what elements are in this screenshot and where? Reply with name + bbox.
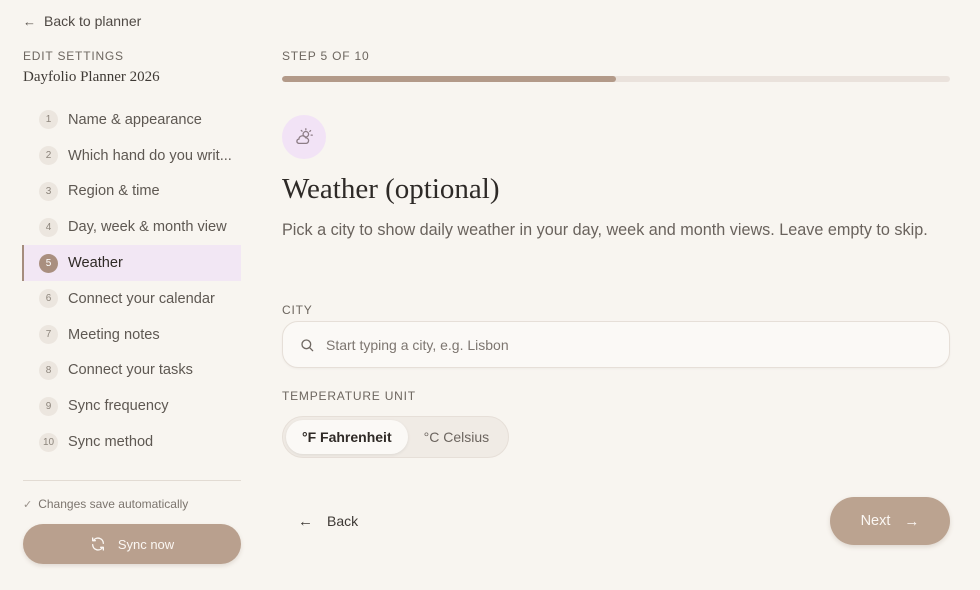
step-item-sync-method[interactable]: 10 Sync method xyxy=(22,424,241,460)
step-number-badge: 8 xyxy=(39,360,58,380)
sidebar-section-label: EDIT SETTINGS xyxy=(23,49,124,63)
step-label: Connect your tasks xyxy=(68,362,193,379)
step-item-sync-frequency[interactable]: 9 Sync frequency xyxy=(22,388,241,424)
back-to-planner-label: Back to planner xyxy=(44,13,142,29)
step-number-badge: 7 xyxy=(39,325,58,345)
step-item-tasks[interactable]: 8 Connect your tasks xyxy=(22,353,241,389)
step-label: Connect your calendar xyxy=(68,290,215,307)
sidebar-divider xyxy=(23,480,241,481)
arrow-left-icon: ← xyxy=(298,512,313,530)
arrow-right-icon: → xyxy=(904,512,920,530)
step-label: Region & time xyxy=(68,183,160,200)
city-label: CITY xyxy=(282,303,313,317)
page-description: Pick a city to show daily weather in you… xyxy=(282,221,928,239)
step-label: Which hand do you writ... xyxy=(68,147,232,164)
back-button-label: Back xyxy=(327,513,359,529)
step-item-views[interactable]: 4 Day, week & month view xyxy=(22,209,241,245)
step-item-weather[interactable]: 5 Weather xyxy=(22,245,241,281)
temperature-unit-label: TEMPERATURE UNIT xyxy=(282,389,416,403)
autosave-text: Changes save automatically xyxy=(38,497,189,511)
step-number-badge: 3 xyxy=(39,181,58,201)
next-button[interactable]: Next → xyxy=(830,497,950,545)
sidebar: ← Back to planner EDIT SETTINGS Dayfolio… xyxy=(0,0,262,590)
step-item-meeting-notes[interactable]: 7 Meeting notes xyxy=(22,317,241,353)
weather-icon-badge xyxy=(282,115,326,159)
next-button-label: Next xyxy=(860,513,891,529)
planner-name: Dayfolio Planner 2026 xyxy=(23,69,160,85)
step-label: Name & appearance xyxy=(68,111,202,128)
step-item-calendar[interactable]: 6 Connect your calendar xyxy=(22,281,241,317)
step-label: Day, week & month view xyxy=(68,219,227,236)
back-button[interactable]: ← Back xyxy=(282,500,382,542)
progress-fill xyxy=(282,76,616,82)
settings-wizard: ← Back to planner EDIT SETTINGS Dayfolio… xyxy=(0,0,980,590)
step-label: Sync frequency xyxy=(68,398,169,415)
fahrenheit-option[interactable]: °F Fahrenheit xyxy=(286,420,408,454)
step-label: Weather xyxy=(68,255,123,272)
step-number-badge: 1 xyxy=(39,110,58,130)
city-search-field[interactable] xyxy=(282,321,950,368)
step-label: Sync method xyxy=(68,434,154,451)
temperature-unit-toggle: °F Fahrenheit °C Celsius xyxy=(282,416,510,458)
page-title: Weather (optional) xyxy=(282,173,500,205)
progress-bar xyxy=(282,76,950,82)
autosave-status: ✓ Changes save automatically xyxy=(23,497,188,511)
check-icon: ✓ xyxy=(23,498,33,511)
step-number-badge: 2 xyxy=(39,146,58,166)
step-number-badge: 5 xyxy=(39,253,58,273)
step-label: Meeting notes xyxy=(68,326,160,343)
weather-sun-cloud-icon xyxy=(296,128,313,145)
step-number-badge: 10 xyxy=(39,432,58,452)
arrow-left-icon: ← xyxy=(23,13,36,29)
city-input[interactable] xyxy=(326,336,906,353)
step-number-badge: 6 xyxy=(39,289,58,309)
sync-now-button[interactable]: Sync now xyxy=(23,524,241,564)
step-indicator: STEP 5 OF 10 xyxy=(282,49,370,63)
search-icon xyxy=(301,338,314,351)
sync-icon xyxy=(91,537,104,551)
step-item-name-appearance[interactable]: 1 Name & appearance xyxy=(22,102,241,138)
step-item-handedness[interactable]: 2 Which hand do you writ... xyxy=(22,138,241,174)
step-list: 1 Name & appearance 2 Which hand do you … xyxy=(22,102,241,460)
step-number-badge: 9 xyxy=(39,396,58,416)
step-number-badge: 4 xyxy=(39,217,58,237)
celsius-option[interactable]: °C Celsius xyxy=(408,420,506,454)
sync-now-label: Sync now xyxy=(117,536,175,552)
step-item-region-time[interactable]: 3 Region & time xyxy=(22,174,241,210)
back-to-planner-link[interactable]: ← Back to planner xyxy=(23,13,141,29)
